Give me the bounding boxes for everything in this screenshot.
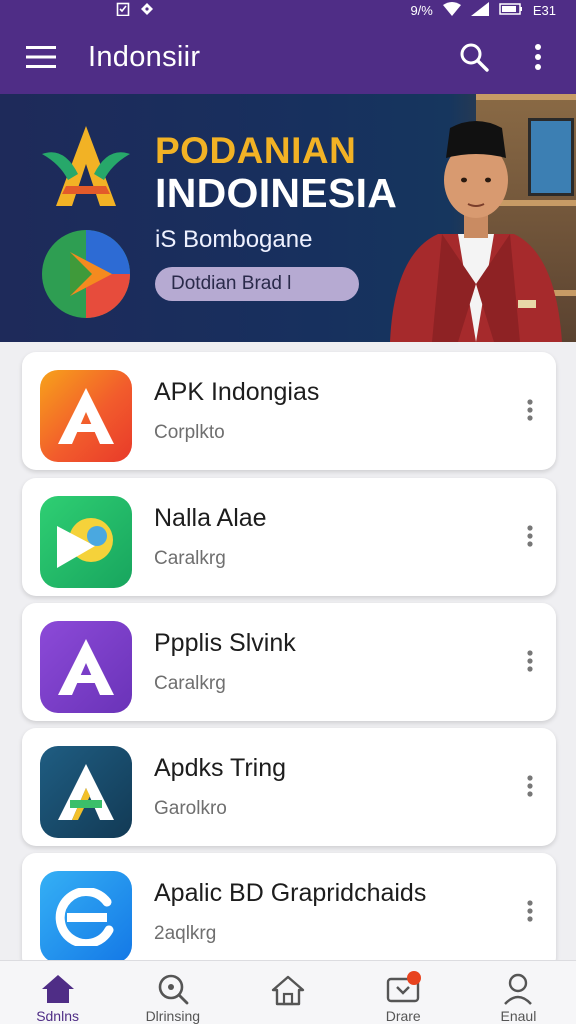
signal-icon — [470, 1, 489, 19]
search-icon — [153, 971, 193, 1006]
banner-heading-primary: PODANIAN — [155, 130, 357, 171]
app-title: Nalla Alae — [154, 504, 267, 532]
nav-item-home-outline[interactable] — [230, 961, 345, 1024]
play-leaf-icon — [40, 496, 132, 588]
bottom-navigation: Sdnlns Dlrinsing Drare Enaul — [0, 960, 576, 1024]
item-more-button[interactable] — [516, 392, 544, 428]
item-more-button[interactable] — [516, 768, 544, 804]
banner-heading-secondary: INDOINESIA — [155, 170, 398, 216]
app-bar: Indonsiir — [0, 20, 576, 94]
inbox-icon — [383, 971, 423, 1006]
nav-item-home[interactable]: Sdnlns — [0, 961, 115, 1024]
item-more-button[interactable] — [516, 643, 544, 679]
banner-play-logo-icon — [42, 230, 130, 318]
banner-subtitle: iS Bombogane — [155, 226, 313, 253]
item-more-button[interactable] — [516, 518, 544, 554]
banner-cta-button[interactable]: Dotdian Brad l — [155, 267, 359, 301]
nav-item-search[interactable]: Dlrinsing — [115, 961, 230, 1024]
search-button[interactable] — [456, 39, 492, 75]
tag-icon — [140, 2, 154, 18]
status-right: 9/% E31 — [410, 1, 556, 19]
home-outline-icon — [268, 971, 308, 1009]
app-actions — [456, 39, 556, 75]
app-title: Ppplis Slvink — [154, 629, 296, 657]
menu-button[interactable] — [20, 36, 62, 78]
promo-banner[interactable]: PODANIAN INDOINESIA iS Bombogane Dotdian… — [0, 94, 576, 342]
nav-label: Drare — [385, 1008, 421, 1024]
wifi-icon — [442, 1, 461, 19]
app-list: APK Indongias Corplkto Nalla Alae Caralk… — [0, 342, 576, 960]
nav-label: Dlrinsing — [145, 1008, 201, 1024]
item-more-button[interactable] — [516, 893, 544, 929]
list-item-apdks-tring[interactable]: Apdks Tring Garolkro — [22, 728, 556, 846]
app-subtitle: Caralkrg — [154, 548, 226, 569]
app-subtitle: Caralkrg — [154, 673, 226, 694]
letter-a-icon — [40, 621, 132, 713]
more-vertical-icon — [527, 399, 533, 421]
app-title: APK Indongias — [154, 378, 320, 406]
more-vertical-icon — [527, 900, 533, 922]
letter-a-icon — [40, 746, 132, 838]
status-bar: 9/% E31 — [0, 0, 576, 20]
app-title: Apdks Tring — [154, 754, 287, 782]
banner-a-logo-icon — [42, 126, 130, 206]
more-vertical-icon — [527, 775, 533, 797]
letter-e-icon — [40, 871, 132, 960]
overflow-menu-button[interactable] — [520, 39, 556, 75]
more-vertical-icon — [527, 650, 533, 672]
app-title: Apalic BD Grapridchaids — [154, 879, 427, 907]
list-item-apk-indongias[interactable]: APK Indongias Corplkto — [22, 352, 556, 470]
nav-label: Sdnlns — [36, 1008, 79, 1024]
list-item-ppplis-slvink[interactable]: Ppplis Slvink Caralkrg — [22, 603, 556, 721]
status-left — [116, 2, 154, 18]
menu-icon — [26, 46, 56, 68]
list-item-nalla-alae[interactable]: Nalla Alae Caralkrg — [22, 478, 556, 596]
app-title: Indonsiir — [88, 40, 201, 73]
nav-item-profile[interactable]: Enaul — [461, 961, 576, 1024]
home-filled-icon — [38, 971, 78, 1006]
app-subtitle: 2aqlkrg — [154, 923, 217, 944]
clipboard-icon — [116, 2, 130, 18]
presenter-illustration — [390, 121, 562, 342]
list-item-apalic-bd[interactable]: Apalic BD Grapridchaids 2aqlkrg — [22, 853, 556, 960]
battery-text: 9/% — [410, 2, 433, 18]
nav-item-inbox[interactable]: Drare — [346, 961, 461, 1024]
app-subtitle: Garolkro — [154, 798, 227, 819]
nav-label: Enaul — [500, 1008, 537, 1024]
status-time: E31 — [532, 2, 556, 18]
profile-icon — [498, 971, 538, 1006]
app-subtitle: Corplkto — [154, 422, 225, 443]
search-icon — [460, 43, 489, 72]
battery-icon — [499, 2, 523, 19]
more-vertical-icon — [527, 525, 533, 547]
letter-a-icon — [40, 370, 132, 462]
more-vertical-icon — [535, 44, 541, 70]
